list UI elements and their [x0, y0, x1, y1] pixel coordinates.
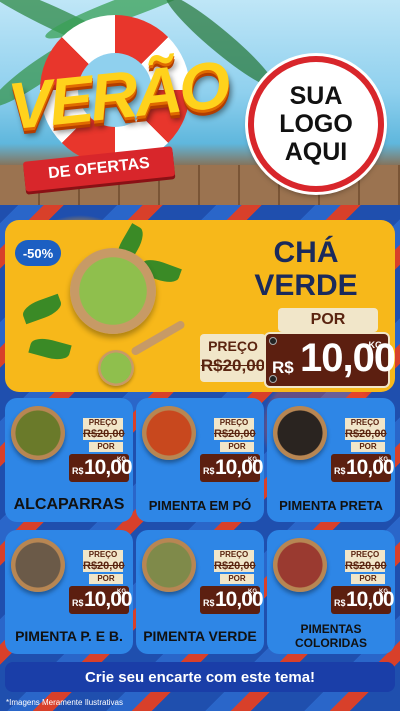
product-name: PIMENTA PRETA — [279, 498, 383, 513]
por-label: POR — [89, 442, 123, 452]
unit: KG — [117, 589, 126, 595]
product-name: PIMENTAS COLORIDAS — [269, 622, 393, 651]
unit: KG — [248, 589, 257, 595]
old-price: R$20,00 — [345, 560, 387, 572]
header-banner: VERÃO DE OFERTAS SUA LOGO AQUI — [0, 0, 400, 205]
currency: R$ — [334, 466, 346, 476]
old-price: R$20,00 — [214, 560, 256, 572]
pimentas-coloridas-bowl-image — [273, 538, 327, 592]
unit: KG — [248, 457, 257, 463]
featured-title-line: CHÁ — [273, 236, 339, 269]
pimenta-preta-bowl-image — [273, 406, 327, 460]
spoon-image — [98, 350, 134, 386]
preco-label: PREÇO — [214, 550, 254, 560]
currency: R$ — [203, 466, 215, 476]
por-label: POR — [89, 574, 123, 584]
preco-label: PREÇO — [208, 338, 258, 354]
old-price: R$20,00 — [200, 356, 266, 375]
price-tag: R$ 10,00 KG — [200, 454, 264, 482]
product-card[interactable]: PREÇO R$20,00 POR R$ 10,00 KG PIMENTA EM… — [136, 398, 264, 522]
green-tea-bowl-image — [70, 248, 156, 334]
product-name-line: PIMENTAS — [300, 622, 362, 636]
price-tag: R$ 10,00 KG — [331, 454, 395, 482]
currency: R$ — [203, 598, 215, 608]
por-label: POR — [220, 442, 254, 452]
logo-text-line: LOGO — [279, 110, 353, 138]
product-name: PIMENTA VERDE — [143, 628, 257, 644]
flyer-page: VERÃO DE OFERTAS SUA LOGO AQUI -50% CHÁ … — [0, 0, 400, 711]
product-card[interactable]: PREÇO R$20,00 POR R$ 10,00 KG PIMENTA VE… — [136, 530, 264, 654]
featured-title-line: VERDE — [254, 269, 358, 302]
unit: KG — [379, 457, 388, 463]
discount-badge: -50% — [15, 240, 61, 266]
unit: KG — [117, 457, 126, 463]
por-label: POR — [220, 574, 254, 584]
product-name-line: COLORIDAS — [295, 636, 367, 651]
bolt-icon — [269, 337, 277, 345]
product-card[interactable]: PREÇO R$20,00 POR R$ 10,00 KG PIMENTA PR… — [267, 398, 395, 522]
preco-label: PREÇO — [83, 550, 123, 560]
currency: R$ — [272, 358, 294, 377]
price-tag: R$ 10,00 KG — [69, 586, 133, 614]
old-price: R$20,00 — [83, 428, 125, 440]
cta-banner[interactable]: Crie seu encarte com este tema! — [5, 662, 395, 692]
price-tag: R$ 10,00 KG — [331, 586, 395, 614]
preco-label: PREÇO — [214, 418, 254, 428]
por-label: POR — [278, 308, 378, 332]
old-price: R$20,00 — [345, 428, 387, 440]
preco-label: PREÇO — [83, 418, 123, 428]
por-label: POR — [351, 574, 385, 584]
currency: R$ — [72, 466, 84, 476]
unit: KG — [379, 589, 388, 595]
product-name: PIMENTA EM PÓ — [148, 498, 252, 513]
price-tag: R$ 10,00 KG — [69, 454, 133, 482]
product-name: PIMENTA P. E B. — [15, 628, 123, 644]
logo-text-line: SUA — [289, 82, 343, 110]
disclaimer: *Imagens Meramente Ilustrativas — [6, 698, 123, 707]
product-name: ALCAPARRAS — [13, 496, 125, 513]
unit: KG — [368, 340, 383, 350]
product-card[interactable]: PREÇO R$20,00 POR R$ 10,00 KG PIMENTAS C… — [267, 530, 395, 654]
product-card[interactable]: PREÇO R$20,00 POR R$ 10,00 KG ALCAPARRAS — [5, 398, 133, 522]
preco-label: PREÇO — [345, 550, 385, 560]
old-price-box: PREÇO R$20,00 — [200, 334, 266, 382]
preco-label: PREÇO — [345, 418, 385, 428]
logo-text-line: AQUI — [284, 138, 348, 166]
currency: R$ — [334, 598, 346, 608]
price-tag: R$ 10,00 KG — [266, 334, 396, 386]
pimenta-verde-bowl-image — [142, 538, 196, 592]
old-price: R$20,00 — [83, 560, 125, 572]
price-tag: R$ 10,00 KG — [200, 586, 264, 614]
featured-title: CHÁ VERDE — [226, 236, 386, 302]
logo-placeholder[interactable]: SUA LOGO AQUI — [248, 56, 384, 192]
por-label: POR — [351, 442, 385, 452]
pimenta-em-po-bowl-image — [142, 406, 196, 460]
product-card[interactable]: PREÇO R$20,00 POR R$ 10,00 KG PIMENTA P.… — [5, 530, 133, 654]
old-price: R$20,00 — [214, 428, 256, 440]
alcaparras-bowl-image — [11, 406, 65, 460]
pimenta-p-e-b-bowl-image — [11, 538, 65, 592]
currency: R$ — [72, 598, 84, 608]
